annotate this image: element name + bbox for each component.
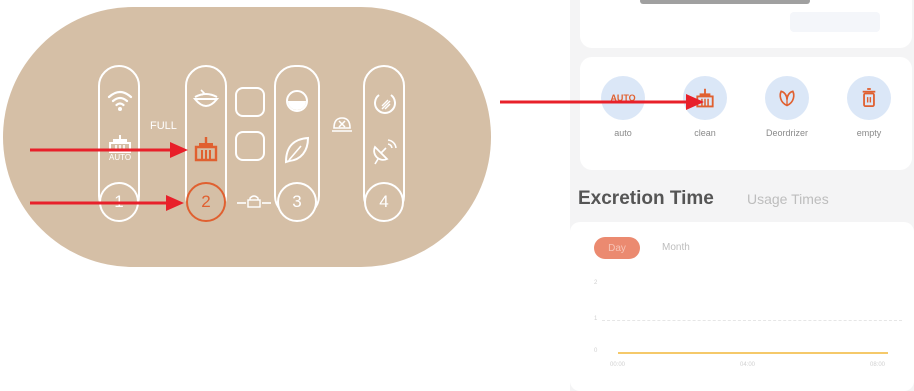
arrow-to-app-clean <box>500 94 704 110</box>
child-lock-icon <box>237 195 271 208</box>
mode-auto-label: auto <box>614 128 632 138</box>
period-month-button[interactable]: Month <box>662 242 690 253</box>
reset-icon <box>374 94 396 114</box>
y-tick-2: 2 <box>594 280 598 286</box>
grid-line-1 <box>602 320 902 321</box>
clean-broom-icon <box>194 137 218 162</box>
x-tick-0800: 08:00 <box>870 362 886 368</box>
half-moon-icon <box>286 90 308 112</box>
satellite-dish-icon <box>373 139 397 165</box>
mode-card: AUTO auto clean Deordrizer empty <box>580 57 912 170</box>
x-tick-0000: 00:00 <box>610 362 626 368</box>
trash-icon <box>847 76 891 120</box>
full-label: FULL <box>150 120 177 132</box>
device-image-shadow <box>640 0 810 4</box>
y-tick-0: 0 <box>594 348 598 354</box>
mode-deodorizer[interactable]: Deordrizer <box>747 76 827 138</box>
error-icon <box>332 117 352 132</box>
button-4[interactable]: 4 <box>364 182 404 222</box>
arrow-to-clean-icon <box>30 142 188 158</box>
chart-card: Day Month 2 1 0 00:00 04:00 08:00 <box>570 222 914 391</box>
button-3[interactable]: 3 <box>277 182 317 222</box>
arrow-to-button-2 <box>30 195 184 211</box>
mode-clean-label: clean <box>694 128 716 138</box>
device-control-panel: AUTO 1 FULL 2 3 <box>3 7 491 267</box>
wifi-icon <box>107 90 133 111</box>
leaf-icon <box>765 76 809 120</box>
device-image-card <box>580 0 912 48</box>
x-tick-0400: 04:00 <box>740 362 756 368</box>
device-image-base <box>790 12 880 32</box>
mode-empty-label: empty <box>856 128 882 138</box>
tab-excretion-time[interactable]: Excretion Time <box>578 188 714 210</box>
indicator-square-bottom <box>235 131 265 161</box>
button-2[interactable]: 2 <box>186 182 226 222</box>
leaf-icon <box>284 136 310 164</box>
tab-usage-times[interactable]: Usage Times <box>747 191 829 207</box>
period-day-button[interactable]: Day <box>594 237 640 259</box>
mode-empty[interactable]: empty <box>829 76 909 138</box>
app-screen: AUTO auto clean Deordrizer empty Excreti… <box>570 0 914 391</box>
data-line <box>618 352 888 354</box>
y-tick-1: 1 <box>594 316 598 322</box>
cat-bowl-icon <box>192 89 220 107</box>
mode-deodorizer-label: Deordrizer <box>765 128 808 138</box>
indicator-square-top <box>235 87 265 117</box>
